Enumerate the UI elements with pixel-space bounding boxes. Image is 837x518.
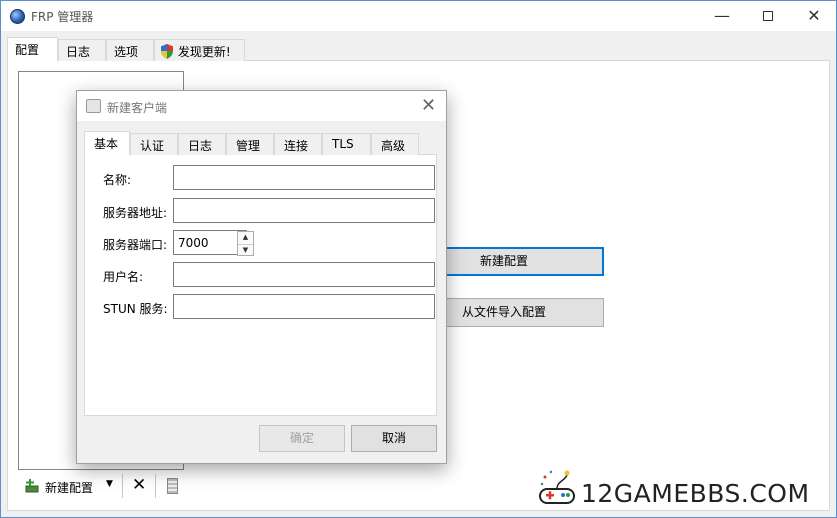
- gamepad-logo-icon: [539, 470, 575, 504]
- stun-server-label: STUN 服务:: [103, 302, 168, 316]
- delete-icon[interactable]: ✕: [132, 475, 146, 495]
- tab-label: 日志: [188, 139, 213, 153]
- tab-config[interactable]: 配置: [7, 37, 58, 61]
- tab-label: 配置: [15, 43, 40, 57]
- tab-label: 连接: [284, 139, 309, 153]
- ok-button[interactable]: 确定: [259, 425, 345, 452]
- tab-label: 管理: [236, 139, 261, 153]
- username-input[interactable]: [173, 262, 435, 287]
- client-config-icon: [86, 99, 101, 113]
- cancel-button[interactable]: 取消: [351, 425, 437, 452]
- server-address-label: 服务器地址:: [103, 206, 168, 220]
- server-port-label: 服务器端口:: [103, 238, 168, 252]
- tab-label: 选项: [114, 45, 139, 59]
- watermark-text: 12GAMEBBS.COM: [581, 479, 810, 508]
- spin-up-icon[interactable]: ▲: [238, 232, 253, 243]
- port-stepper: ▲ ▼: [237, 231, 254, 256]
- tab-label: 基本: [94, 137, 119, 151]
- tab-label: 发现更新!: [177, 45, 231, 59]
- server-address-input[interactable]: [173, 198, 435, 223]
- tab-options[interactable]: 选项: [106, 39, 154, 61]
- dialog-tab-admin[interactable]: 管理: [226, 133, 274, 155]
- dialog-title: 新建客户端: [107, 101, 168, 115]
- username-label: 用户名:: [103, 270, 144, 284]
- new-client-dialog: 新建客户端 ✕ 名称: 服务器地址: 服务器端口: 用户名: STUN 服务: …: [76, 90, 447, 464]
- tab-label: 认证: [140, 139, 165, 153]
- minimize-button[interactable]: —: [699, 1, 745, 31]
- tab-label: 高级: [381, 139, 406, 153]
- name-label: 名称:: [103, 173, 132, 187]
- chevron-down-icon[interactable]: ▼: [106, 479, 113, 489]
- dialog-tab-log[interactable]: 日志: [178, 133, 226, 155]
- spin-down-icon[interactable]: ▼: [238, 244, 253, 255]
- main-window: FRP 管理器 — ✕ 配置 日志 选项 发现更新! 新建配置 从文件导入配置: [0, 0, 837, 518]
- server-port-input[interactable]: [173, 230, 247, 255]
- zip-icon[interactable]: [167, 478, 178, 494]
- dialog-tab-panel: 名称: 服务器地址: 服务器端口: 用户名: STUN 服务:: [84, 154, 437, 416]
- close-button[interactable]: ✕: [791, 1, 837, 31]
- dialog-tab-auth[interactable]: 认证: [130, 133, 178, 155]
- title-bar[interactable]: FRP 管理器 — ✕: [1, 1, 836, 31]
- dialog-tab-connection[interactable]: 连接: [274, 133, 322, 155]
- toolbar-divider: [155, 474, 156, 498]
- shield-icon: [161, 44, 173, 59]
- maximize-button[interactable]: [745, 1, 791, 31]
- app-title: FRP 管理器: [31, 10, 94, 24]
- app-globe-icon: [10, 9, 25, 24]
- dialog-close-button[interactable]: ✕: [421, 95, 436, 116]
- dialog-title-bar[interactable]: 新建客户端 ✕: [77, 91, 446, 121]
- tab-label: 日志: [66, 45, 91, 59]
- dialog-tab-advanced[interactable]: 高级: [371, 133, 419, 155]
- tab-log[interactable]: 日志: [58, 39, 106, 61]
- stun-server-input[interactable]: [173, 294, 435, 319]
- tab-update[interactable]: 发现更新!: [154, 39, 245, 61]
- dialog-tab-basic[interactable]: 基本: [84, 131, 130, 155]
- name-input[interactable]: [173, 165, 435, 190]
- dialog-tab-tls[interactable]: TLS: [322, 133, 371, 155]
- toolbar-new-config-button[interactable]: 新建配置: [45, 479, 93, 496]
- maximize-icon: [763, 11, 773, 21]
- add-config-icon[interactable]: [25, 478, 39, 493]
- tab-label: TLS: [332, 137, 354, 151]
- toolbar-divider: [122, 474, 123, 498]
